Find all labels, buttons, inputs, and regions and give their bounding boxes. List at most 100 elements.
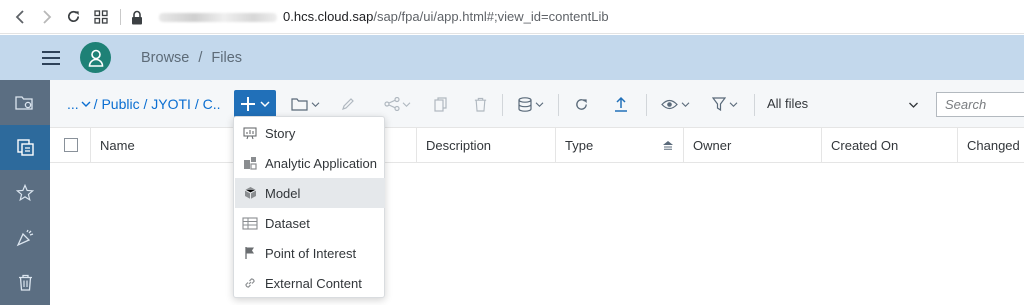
model-icon: [236, 186, 264, 200]
path-separator: /: [143, 96, 148, 112]
toolbar-divider: [502, 94, 503, 116]
chevron-right-icon: [42, 9, 51, 24]
folder-icon: [290, 97, 308, 111]
url-host: 0.hcs.cloud.sap: [283, 9, 374, 24]
path-segment-public[interactable]: Public: [101, 96, 139, 112]
column-owner[interactable]: Owner: [683, 128, 821, 163]
rail-item-featured[interactable]: [0, 215, 50, 260]
share-button[interactable]: [380, 90, 414, 118]
new-folder-button[interactable]: [288, 90, 322, 118]
chevron-down-icon: [402, 101, 410, 107]
refresh-icon: [575, 98, 587, 110]
column-header-label: Owner: [693, 138, 732, 153]
menu-item-point-of-interest[interactable]: Point of Interest: [235, 238, 385, 268]
breadcrumb-browse[interactable]: Browse: [141, 50, 189, 66]
menu-item-story[interactable]: Story: [235, 118, 385, 148]
menu-item-model[interactable]: Model: [235, 178, 385, 208]
folder-path: ... / Public / JYOTI / C..: [67, 96, 221, 112]
column-header-label: Changed: [967, 138, 1020, 153]
plus-icon: [240, 97, 255, 111]
reload-button[interactable]: [60, 0, 87, 34]
menu-item-analytic-application[interactable]: Analytic Application: [235, 148, 385, 178]
path-separator: /: [93, 96, 98, 112]
link-icon: [236, 276, 264, 290]
column-description[interactable]: Description: [416, 128, 556, 163]
edit-button[interactable]: [338, 90, 358, 118]
upload-button[interactable]: [610, 90, 632, 118]
apps-grid-icon: [93, 9, 108, 24]
chevron-down-icon: [681, 101, 689, 107]
copy-button[interactable]: [430, 90, 450, 118]
forward-button[interactable]: [33, 0, 60, 34]
rail-item-favorites[interactable]: [0, 170, 50, 215]
analytic-application-icon: [236, 156, 264, 170]
path-overflow-button[interactable]: ...: [67, 96, 79, 112]
path-segment-jyoti[interactable]: JYOTI: [151, 96, 191, 112]
column-created-on[interactable]: Created On: [821, 128, 957, 163]
shell-header: Browse / Files: [0, 35, 1024, 80]
menu-button[interactable]: [26, 35, 76, 80]
side-navigation: [0, 80, 50, 305]
delete-button[interactable]: [470, 90, 490, 118]
rail-item-files[interactable]: [0, 125, 50, 170]
path-separator: /: [194, 96, 199, 112]
data-source-button[interactable]: [514, 90, 548, 118]
user-icon: [88, 49, 103, 67]
chevron-down-icon[interactable]: [908, 96, 919, 114]
menu-item-dataset[interactable]: Dataset: [235, 208, 385, 238]
file-filter-select[interactable]: All files: [767, 96, 808, 111]
database-icon: [518, 96, 532, 112]
toolbar: ... / Public / JYOTI / C.. All files Sea…: [50, 80, 1024, 128]
new-menu: Story Analytic Application Model Dataset…: [233, 116, 385, 298]
file-browser: ... / Public / JYOTI / C.. All files Sea…: [50, 80, 1024, 305]
flag-icon: [236, 246, 264, 260]
new-button[interactable]: [234, 90, 276, 118]
toolbar-divider: [646, 94, 647, 116]
featured-icon: [16, 229, 34, 246]
filter-button[interactable]: [708, 90, 742, 118]
rail-item-trash[interactable]: [0, 260, 50, 305]
toolbar-divider: [558, 94, 559, 116]
toolbar-divider: [754, 94, 755, 116]
view-button[interactable]: [658, 90, 692, 118]
trash-icon: [18, 274, 32, 291]
share-icon: [383, 97, 400, 111]
search-input[interactable]: [936, 92, 1024, 117]
menu-item-external-content[interactable]: External Content: [235, 268, 385, 298]
column-header-label: Created On: [831, 138, 899, 153]
chevron-down-icon: [259, 101, 270, 108]
pencil-icon: [342, 98, 354, 110]
column-header-label: Description: [426, 138, 492, 153]
settings-folder-icon: [15, 96, 33, 110]
table-header: Name Description Type Owner Created On C…: [50, 128, 1024, 163]
refresh-button[interactable]: [570, 90, 592, 118]
column-changed[interactable]: Changed: [957, 128, 1024, 163]
browser-bar: 0.hcs.cloud.sap/sap/fpa/ui/app.html#;vie…: [0, 0, 1024, 34]
my-files-icon: [16, 139, 34, 156]
redacted-subdomain: [159, 13, 277, 23]
address-bar[interactable]: 0.hcs.cloud.sap/sap/fpa/ui/app.html#;vie…: [159, 9, 609, 24]
back-button[interactable]: [6, 0, 33, 34]
select-all-checkbox[interactable]: [64, 138, 78, 152]
rail-item-system[interactable]: [0, 80, 50, 125]
url-divider: [120, 8, 121, 25]
path-segment-current[interactable]: C..: [203, 96, 221, 112]
sort-ascending-icon: [663, 141, 673, 150]
avatar[interactable]: [80, 42, 111, 73]
url-path: /sap/fpa/ui/app.html#;view_id=contentLib: [373, 9, 609, 24]
trash-icon: [474, 97, 486, 112]
eye-icon: [660, 99, 678, 109]
filter-icon: [712, 97, 726, 111]
dataset-icon: [236, 216, 264, 230]
chevron-down-icon: [729, 101, 738, 107]
apps-button[interactable]: [87, 0, 114, 34]
column-header-label: Name: [100, 138, 135, 153]
copy-icon: [433, 96, 447, 112]
column-type[interactable]: Type: [555, 128, 683, 163]
chevron-down-icon: [535, 101, 544, 107]
chevron-down-icon: [311, 101, 319, 107]
favorites-star-icon: [16, 183, 34, 201]
hamburger-icon: [42, 50, 60, 65]
column-header-label: Type: [565, 138, 594, 153]
lock-icon[interactable]: [131, 9, 145, 25]
